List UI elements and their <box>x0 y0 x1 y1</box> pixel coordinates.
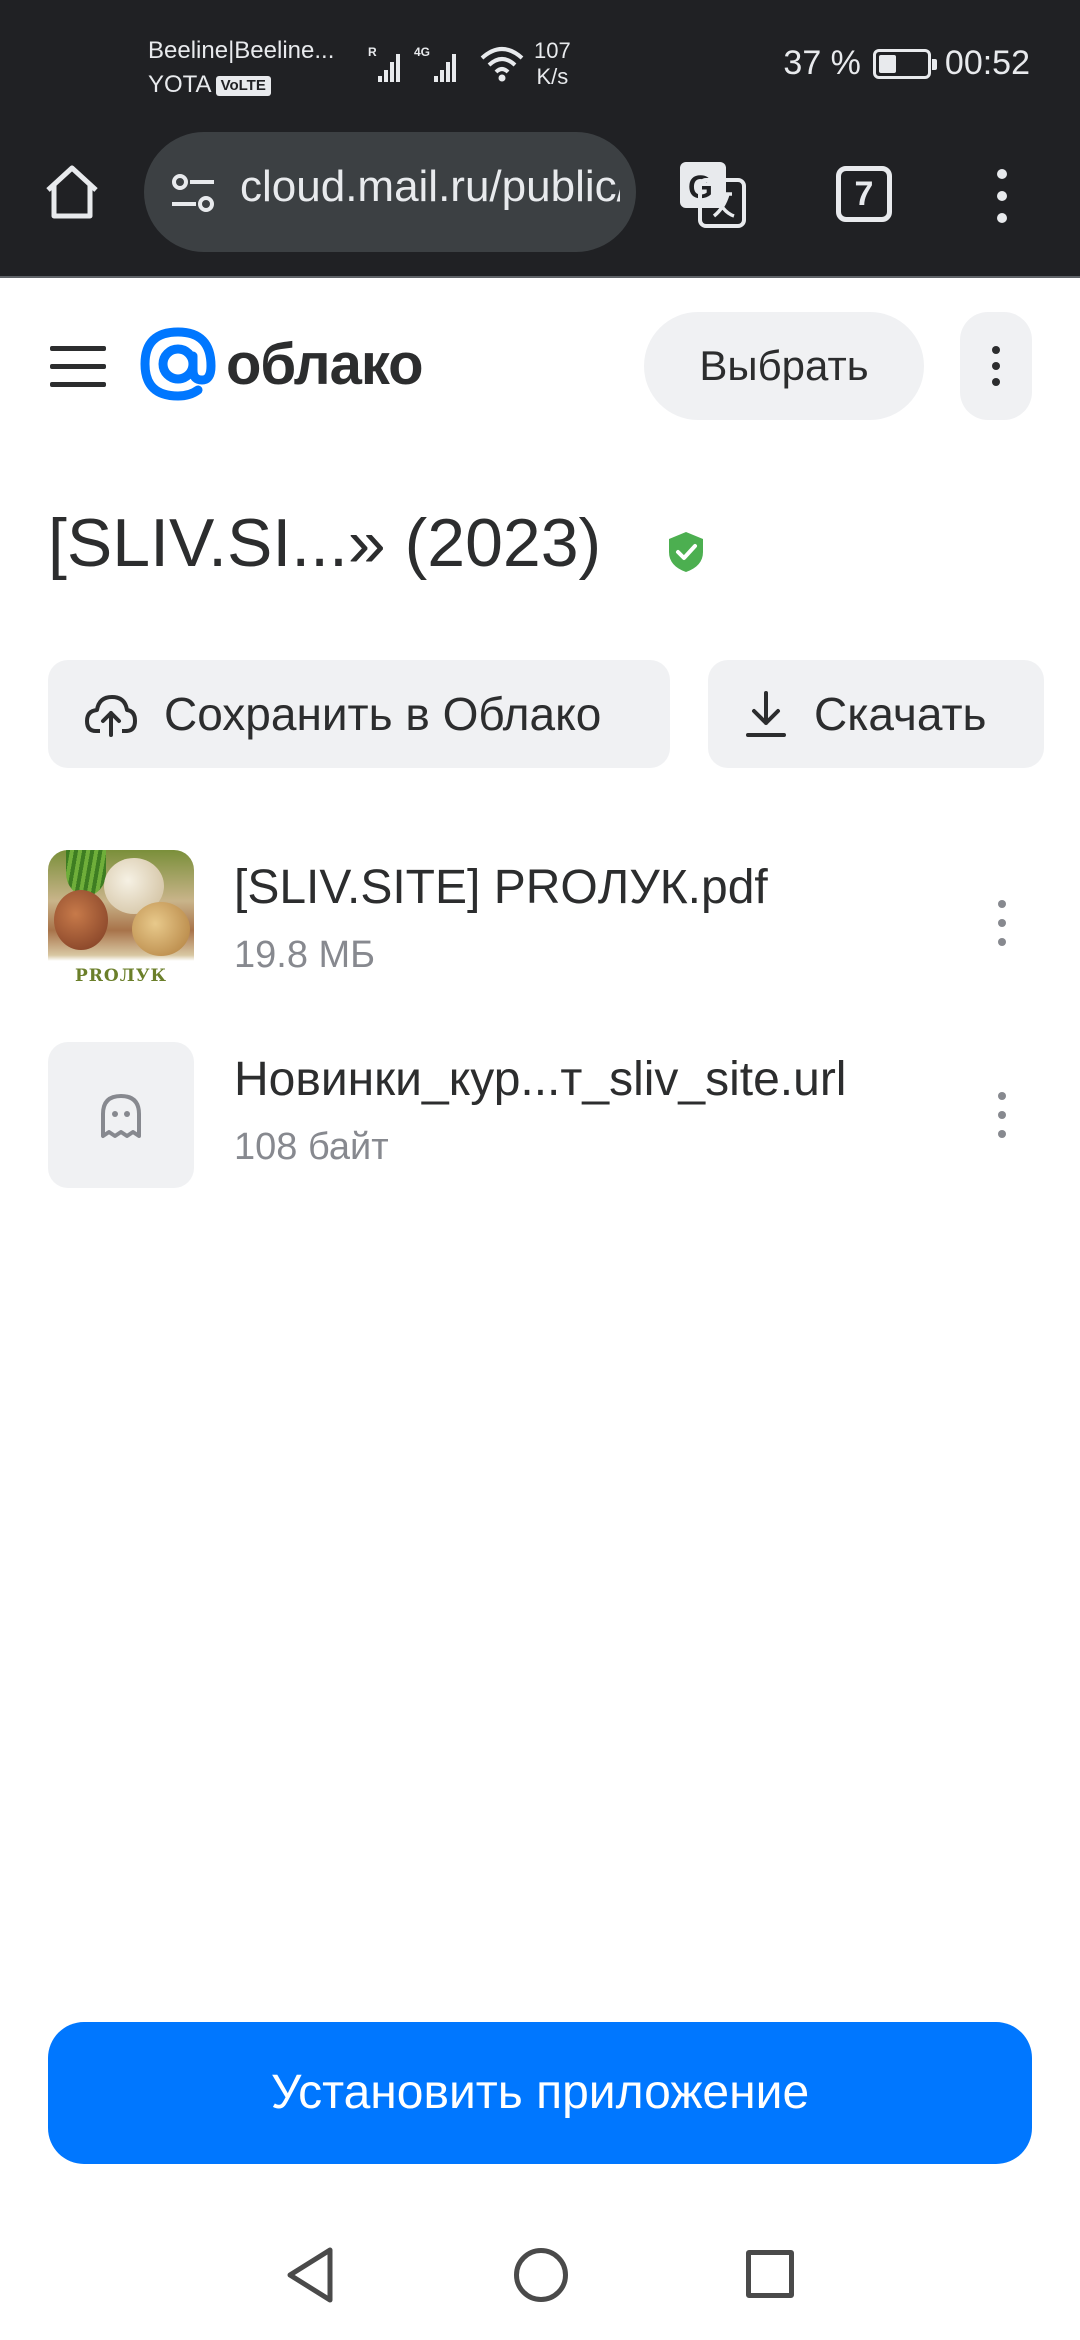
carrier-line2: YOTA <box>148 71 212 98</box>
pdf-thumbnail: PROЛУК <box>48 850 194 996</box>
mail-at-icon <box>140 327 216 401</box>
signal-icon: R <box>368 45 400 82</box>
thumbnail-label: PROЛУК <box>74 966 167 986</box>
file-size: 108 байт <box>234 1126 389 1168</box>
network-speed: 107 K/s <box>534 38 571 90</box>
signal-4g-icon: 4G <box>414 45 456 82</box>
battery-icon <box>872 48 937 79</box>
list-item[interactable]: Новинки_кур...т_sliv_site.url 108 байт <box>0 1042 1080 1192</box>
address-bar[interactable]: cloud.mail.ru/public/ <box>144 132 636 252</box>
system-nav-bar <box>0 2220 1080 2340</box>
battery-percent: 37 % <box>783 44 861 82</box>
speed-value: 107 <box>534 38 571 63</box>
back-icon[interactable] <box>284 2246 336 2304</box>
download-label: Скачать <box>814 688 987 740</box>
file-name[interactable]: [SLIV.SITE] PROЛУК.pdf <box>234 860 768 915</box>
browser-menu-icon[interactable] <box>990 166 1014 226</box>
carrier-info: Beeline|Beeline... YOTA VoLTE <box>148 34 334 102</box>
clock: 00:52 <box>944 44 1030 82</box>
save-to-cloud-label: Сохранить в Облако <box>164 688 602 740</box>
install-app-button[interactable]: Установить приложение <box>48 2022 1032 2164</box>
hamburger-menu-icon[interactable] <box>50 346 106 387</box>
cloud-logo[interactable]: облако <box>140 326 424 402</box>
file-name[interactable]: Новинки_кур...т_sliv_site.url <box>234 1052 846 1107</box>
status-bar: Beeline|Beeline... YOTA VoLTE R 4G 107 K/… <box>0 0 1080 130</box>
signal-tag-r: R <box>368 45 377 59</box>
volte-badge: VoLTE <box>215 75 271 96</box>
download-button[interactable]: Скачать <box>708 660 1044 768</box>
file-more-icon[interactable] <box>996 900 1008 946</box>
cloud-upload-icon <box>85 695 137 737</box>
browser-toolbar: cloud.mail.ru/public/ G 7 <box>0 130 1080 278</box>
download-icon <box>746 691 786 737</box>
site-settings-icon[interactable] <box>170 172 216 214</box>
signal-tag-4g: 4G <box>414 45 430 59</box>
more-options-icon[interactable] <box>960 312 1032 420</box>
speed-unit: K/s <box>536 64 569 89</box>
list-item[interactable]: PROЛУК [SLIV.SITE] PROЛУК.pdf 19.8 МБ <box>0 850 1080 1000</box>
file-more-icon[interactable] <box>996 1092 1008 1138</box>
home-nav-icon[interactable] <box>514 2248 568 2302</box>
folder-title: [SLIV.SI...» (2023) <box>48 505 602 581</box>
battery-fill <box>878 54 896 73</box>
url-text[interactable]: cloud.mail.ru/public/ <box>240 162 620 212</box>
file-size: 19.8 МБ <box>234 934 376 976</box>
select-button[interactable]: Выбрать <box>644 312 924 420</box>
recent-apps-icon[interactable] <box>746 2250 794 2298</box>
tabs-button[interactable]: 7 <box>836 166 892 222</box>
verified-shield-icon <box>669 532 703 572</box>
home-icon[interactable] <box>40 160 104 224</box>
logo-text: облако <box>226 331 424 397</box>
file-type-thumbnail <box>48 1042 194 1188</box>
save-to-cloud-button[interactable]: Сохранить в Облако <box>48 660 670 768</box>
wifi-icon <box>480 47 524 82</box>
translate-icon[interactable]: G <box>676 158 748 230</box>
ghost-icon <box>101 1094 141 1138</box>
carrier-line1: Beeline|Beeline... <box>148 37 335 64</box>
